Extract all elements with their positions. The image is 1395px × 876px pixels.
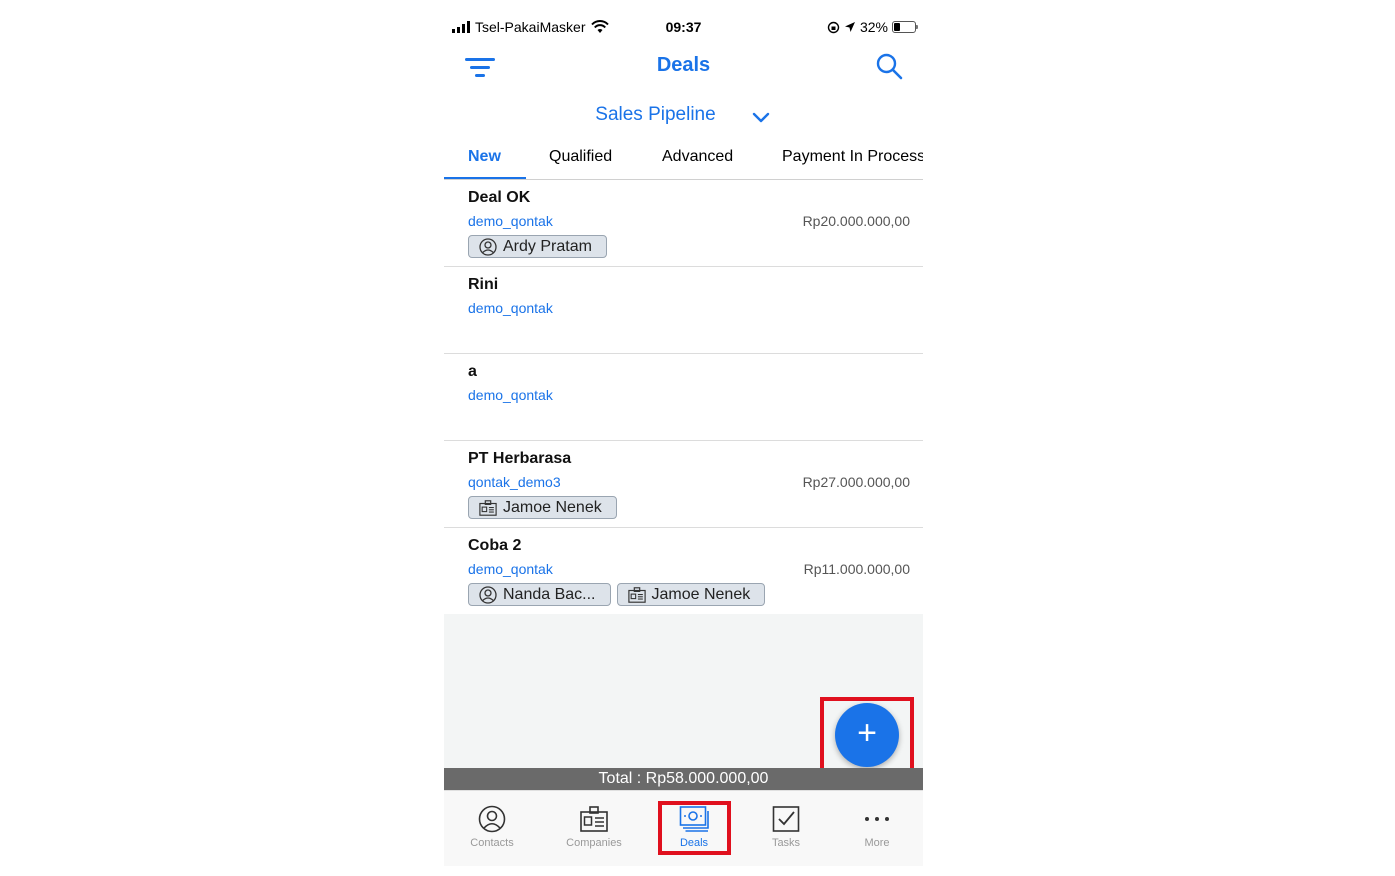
more-icon (865, 817, 889, 821)
deal-amount: Rp20.000.000,00 (802, 213, 910, 229)
location-icon (844, 22, 855, 32)
deal-amount: Rp27.000.000,00 (802, 474, 910, 490)
deal-name: Rini (468, 276, 499, 293)
pipeline-selector[interactable]: Sales Pipeline (444, 104, 923, 134)
deals-list: Deal OK demo_qontak Rp20.000.000,00 Ardy… (444, 180, 923, 615)
bottom-nav: Contacts Companies Deals Tasks More (444, 790, 923, 866)
deal-name: a (468, 363, 477, 380)
battery-icon (892, 21, 918, 33)
nav-companies[interactable]: Companies (554, 805, 634, 849)
search-icon[interactable] (875, 52, 903, 80)
phone-screen: Tsel-PakaiMasker 09:37 32% Deals Sales P… (444, 14, 923, 866)
company-chip[interactable]: Jamoe Nenek (616, 583, 766, 606)
deal-amount: Rp11.000.000,00 (803, 561, 910, 577)
chip-label: Jamoe Nenek (503, 498, 602, 516)
rotation-lock-icon (827, 21, 840, 33)
deal-owner: demo_qontak (468, 561, 553, 577)
company-icon (479, 499, 497, 516)
nav-contacts[interactable]: Contacts (452, 805, 532, 849)
deal-name: Deal OK (468, 189, 531, 206)
chevron-down-icon (752, 112, 770, 123)
deal-name: Coba 2 (468, 537, 522, 554)
deal-owner: demo_qontak (468, 213, 553, 229)
deal-row[interactable]: a demo_qontak (444, 354, 923, 441)
contact-chip[interactable]: Nanda Bac... (468, 583, 611, 606)
page-title: Deals (656, 54, 711, 76)
deal-row[interactable]: Coba 2 demo_qontak Rp11.000.000,00 Nanda… (444, 528, 923, 615)
total-bar: Total : Rp58.000.000,00 (444, 768, 923, 790)
highlight-box (820, 697, 914, 773)
tasks-icon (772, 806, 800, 832)
company-chip[interactable]: Jamoe Nenek (468, 496, 617, 519)
deal-owner: demo_qontak (468, 300, 553, 316)
pipeline-label: Sales Pipeline (595, 104, 716, 125)
contact-icon (478, 805, 506, 833)
tab-new[interactable]: New (468, 148, 501, 166)
status-bar: Tsel-PakaiMasker 09:37 32% (444, 14, 923, 40)
contact-chip[interactable]: Ardy Pratam (468, 235, 607, 258)
deal-row[interactable]: PT Herbarasa qontak_demo3 Rp27.000.000,0… (444, 441, 923, 528)
chip-label: Nanda Bac... (503, 585, 596, 603)
nav-label: Contacts (470, 837, 514, 849)
stage-tabs: New Qualified Advanced Payment In Proces… (444, 144, 923, 180)
nav-label: Tasks (771, 837, 801, 849)
company-icon (627, 586, 646, 603)
deal-owner: qontak_demo3 (468, 474, 561, 490)
tab-qualified[interactable]: Qualified (549, 148, 612, 166)
contact-icon (479, 585, 497, 604)
nav-label: More (864, 837, 890, 849)
highlight-box (658, 801, 731, 855)
tab-payment-in-process[interactable]: Payment In Process (782, 148, 923, 166)
deal-name: PT Herbarasa (468, 450, 572, 467)
tab-advanced[interactable]: Advanced (662, 148, 733, 166)
deal-owner: demo_qontak (468, 387, 553, 403)
deal-row[interactable]: Rini demo_qontak (444, 267, 923, 354)
active-tab-indicator (444, 177, 526, 179)
deal-row[interactable]: Deal OK demo_qontak Rp20.000.000,00 Ardy… (444, 180, 923, 267)
nav-label: Companies (566, 837, 622, 849)
contact-icon (479, 237, 497, 256)
company-icon (580, 806, 608, 832)
battery-percent: 32% (859, 19, 888, 35)
nav-more[interactable]: More (837, 805, 917, 849)
nav-tasks[interactable]: Tasks (746, 805, 826, 849)
chip-label: Jamoe Nenek (651, 585, 751, 603)
header: Deals (444, 40, 923, 92)
chip-label: Ardy Pratam (503, 237, 592, 255)
